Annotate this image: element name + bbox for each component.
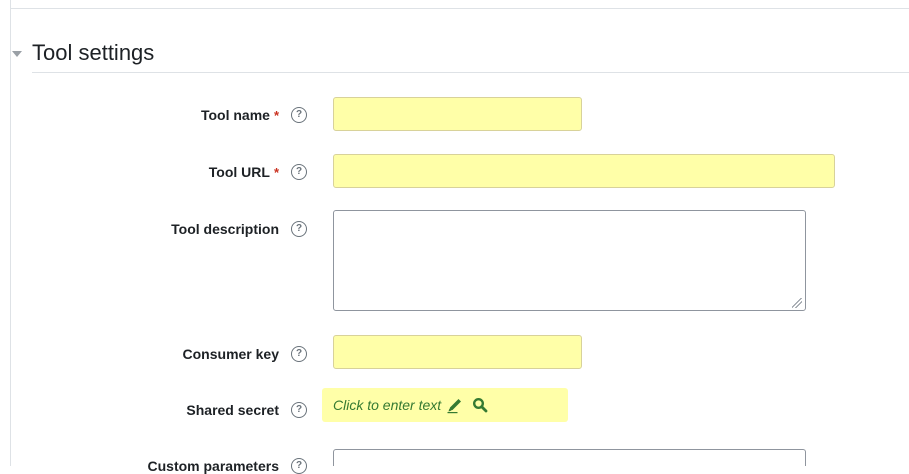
- caret-down-icon[interactable]: [12, 51, 22, 57]
- tool-description-textarea[interactable]: [333, 210, 806, 311]
- consumer-key-input[interactable]: [333, 335, 582, 369]
- shared-secret-placeholder[interactable]: Click to enter text: [333, 397, 441, 413]
- shared-secret-inplace-editable[interactable]: Click to enter text: [322, 388, 568, 422]
- section-divider: [32, 72, 909, 73]
- custom-parameters-label-text: Custom parameters: [147, 458, 280, 474]
- frame-left-border: [10, 0, 11, 466]
- custom-parameters-label: Custom parameters: [148, 458, 280, 474]
- shared-secret-label-text: Shared secret: [186, 402, 279, 418]
- resize-handle-icon[interactable]: [792, 298, 802, 308]
- required-icon: *: [273, 164, 279, 180]
- question-circle-icon[interactable]: ?: [291, 458, 307, 474]
- question-circle-icon[interactable]: ?: [291, 164, 307, 180]
- tool-name-label-text: Tool name: [200, 107, 270, 123]
- shared-secret-label: Shared secret: [186, 402, 279, 418]
- question-circle-icon[interactable]: ?: [291, 221, 307, 237]
- question-circle-icon[interactable]: ?: [291, 346, 307, 362]
- pencil-icon[interactable]: [446, 396, 464, 414]
- tool-url-label: Tool URL *: [209, 164, 279, 180]
- section-header-tool-settings[interactable]: Tool settings: [12, 36, 154, 70]
- search-icon[interactable]: [472, 397, 488, 413]
- tool-description-label-text: Tool description: [171, 221, 279, 237]
- tool-name-input[interactable]: [333, 97, 582, 131]
- frame-top-border: [10, 8, 909, 9]
- question-circle-icon[interactable]: ?: [291, 402, 307, 418]
- required-icon: *: [273, 107, 279, 123]
- tool-url-label-text: Tool URL: [208, 164, 270, 180]
- custom-parameters-textarea[interactable]: [333, 449, 806, 466]
- section-title: Tool settings: [32, 40, 155, 65]
- question-circle-icon[interactable]: ?: [291, 107, 307, 123]
- tool-url-input[interactable]: [333, 154, 835, 188]
- tool-description-label: Tool description: [171, 221, 279, 237]
- tool-name-label: Tool name *: [201, 107, 279, 123]
- consumer-key-label-text: Consumer key: [182, 346, 279, 362]
- consumer-key-label: Consumer key: [183, 346, 279, 362]
